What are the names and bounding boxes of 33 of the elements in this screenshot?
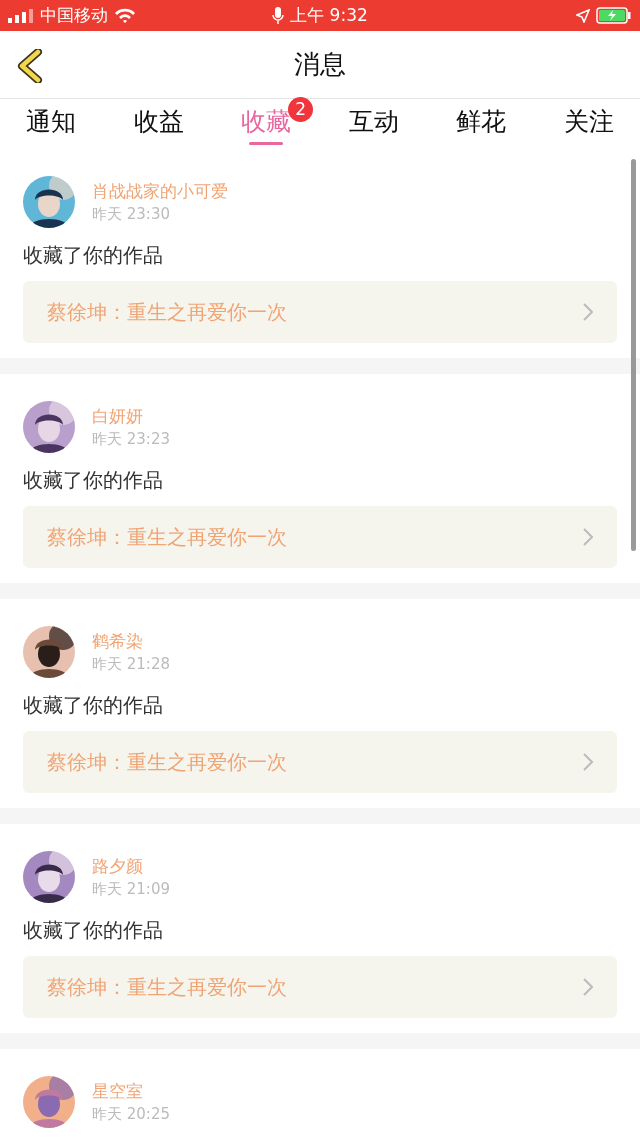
user-name: 白妍妍 — [92, 405, 144, 428]
clock-time: 上午 9:32 — [290, 4, 368, 27]
timestamp: 昨天 23:23 — [92, 430, 170, 449]
back-chevron-icon — [16, 49, 44, 83]
battery-icon — [596, 7, 632, 24]
tab[interactable]: 鲜花 — [454, 99, 509, 149]
chevron-right-icon — [583, 528, 593, 546]
count-badge: 2 — [288, 97, 314, 122]
timestamp: 昨天 21:09 — [92, 880, 170, 899]
timestamp: 昨天 21:28 — [92, 655, 170, 674]
chevron-right-icon — [583, 978, 593, 996]
page-title: 消息 — [294, 48, 346, 81]
chevron-right-icon — [583, 753, 593, 771]
location-arrow-icon — [576, 8, 590, 23]
message-text: 收藏了你的作品 — [23, 467, 164, 494]
microphone-icon — [272, 6, 285, 25]
signal-icon — [8, 8, 34, 23]
message-text: 收藏了你的作品 — [23, 242, 164, 269]
timestamp: 昨天 20:25 — [92, 1105, 170, 1124]
chevron-right-icon — [583, 303, 593, 321]
carrier-name: 中国移动 — [40, 4, 108, 27]
wifi-icon — [114, 7, 136, 24]
message-text: 收藏了你的作品 — [23, 917, 164, 944]
tab[interactable]: 通知 — [24, 99, 78, 149]
timestamp: 昨天 23:30 — [92, 205, 171, 224]
user-name: 星空室 — [92, 1080, 144, 1103]
message-text: 收藏了你的作品 — [23, 692, 164, 719]
user-name: 肖战战家的小可爱 — [92, 180, 228, 203]
user-name: 路夕颜 — [92, 855, 144, 878]
tab[interactable]: 关注 — [561, 99, 616, 149]
user-name: 鹤希染 — [92, 630, 144, 653]
tab[interactable]: 收益 — [131, 99, 186, 149]
tab[interactable]: 互动 — [346, 99, 401, 149]
